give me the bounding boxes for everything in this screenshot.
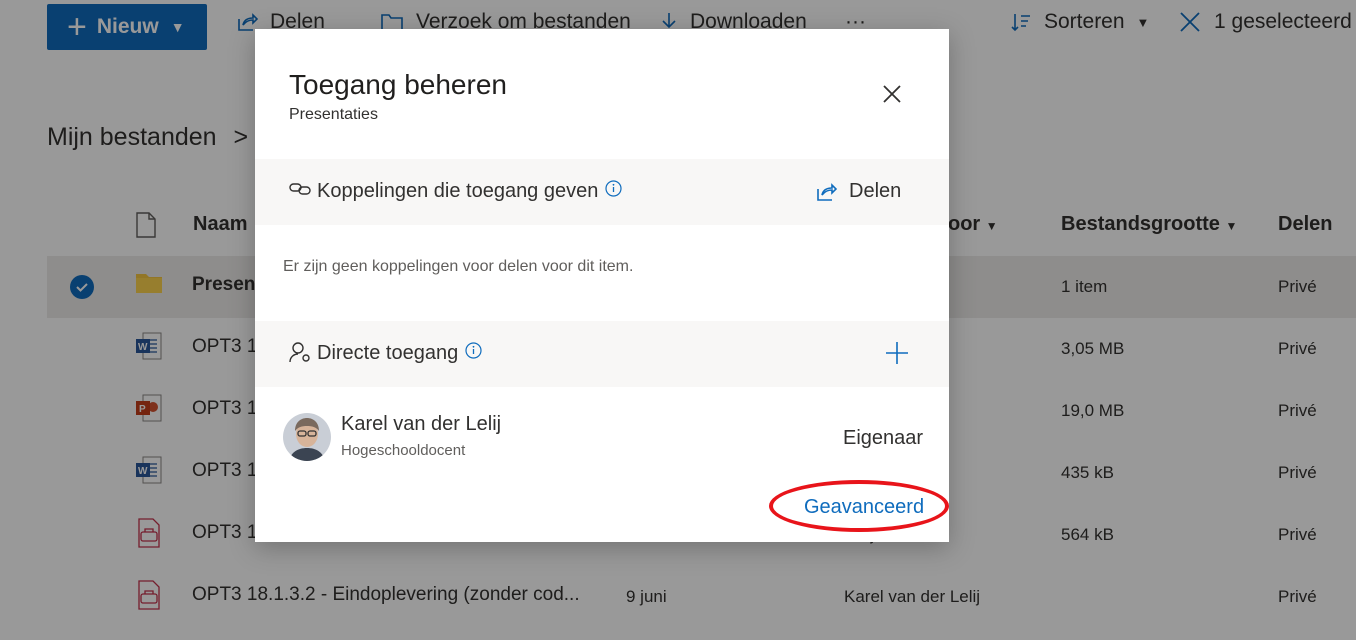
share-link-label: Delen — [849, 180, 902, 202]
close-button[interactable] — [877, 79, 907, 109]
permission-label[interactable]: Eigenaar — [843, 427, 923, 450]
dialog-subtitle: Presentaties — [289, 106, 378, 123]
manage-access-dialog: Toegang beheren Presentaties Koppelingen… — [255, 29, 949, 542]
info-glyph — [465, 342, 482, 359]
info-glyph — [605, 180, 622, 197]
info-icon[interactable] — [465, 342, 482, 365]
info-icon[interactable] — [605, 180, 622, 203]
plus-icon — [886, 342, 908, 364]
share-icon — [817, 182, 837, 201]
share-link-button[interactable]: Delen — [815, 180, 901, 203]
direct-access-section-header: Directe toegang — [255, 321, 949, 387]
link-icon — [289, 183, 311, 195]
person-role: Hogeschooldocent — [341, 442, 466, 459]
direct-access-title: Directe toegang — [317, 342, 459, 364]
person-settings-icon — [289, 342, 310, 363]
direct-access-title-wrap: Directe toegang — [317, 342, 482, 365]
avatar — [283, 413, 331, 461]
highlight-annotation — [769, 480, 949, 532]
avatar-photo — [283, 413, 331, 461]
links-section-title-wrap: Koppelingen die toegang geven — [317, 180, 622, 203]
close-icon — [883, 85, 901, 103]
links-section-header: Koppelingen die toegang geven Delen — [255, 159, 949, 225]
links-section-title: Koppelingen die toegang geven — [317, 180, 599, 202]
add-person-button[interactable] — [883, 339, 911, 367]
no-links-message: Er zijn geen koppelingen voor delen voor… — [283, 258, 634, 275]
person-name: Karel van der Lelij — [341, 413, 502, 435]
dialog-title: Toegang beheren — [289, 69, 507, 100]
